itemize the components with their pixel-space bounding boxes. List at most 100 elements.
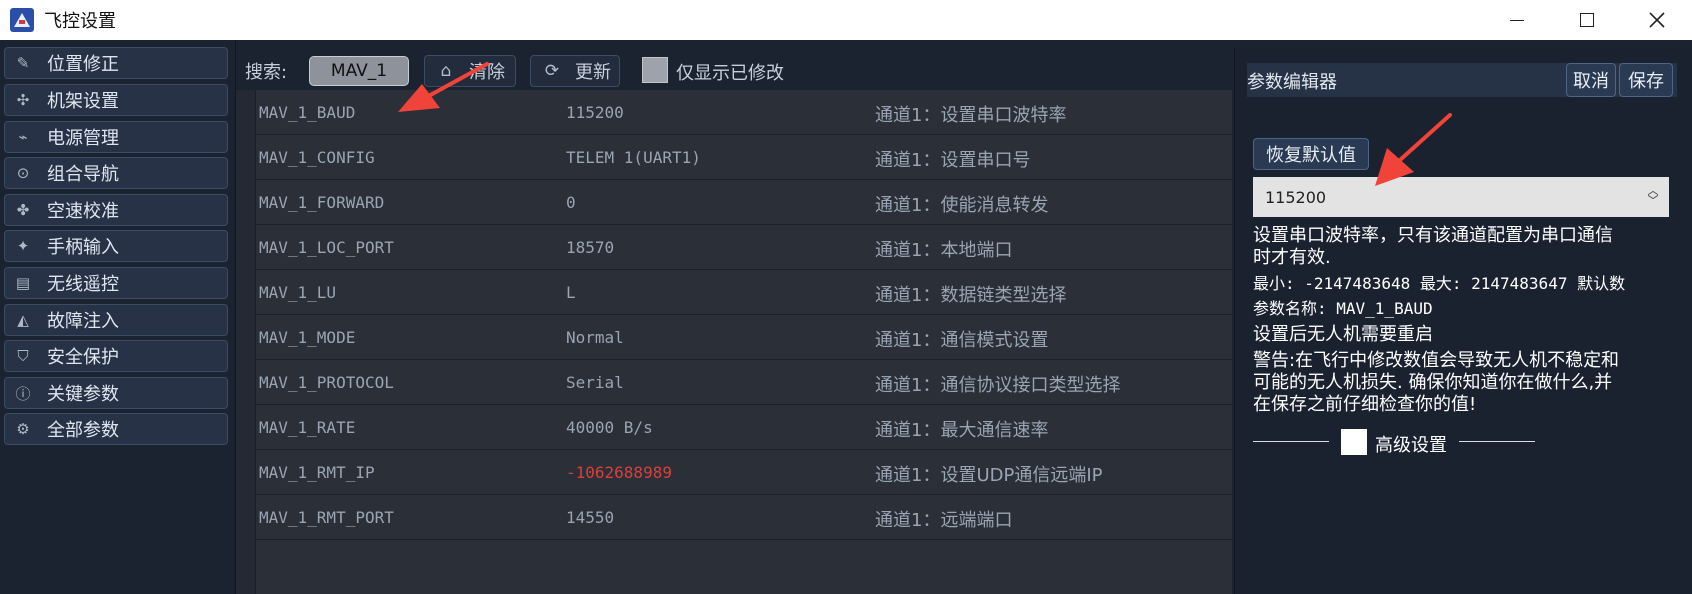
param-desc-cell: 通道1：设置串口号 [875, 150, 1031, 171]
sidebar-item-all-params[interactable]: ⚙ 全部参数 [4, 413, 228, 445]
broom-icon: ⌂ [440, 61, 452, 81]
table-row[interactable]: MAV_1_BAUD 115200 通道1：设置串口波特率 [256, 90, 1232, 135]
sidebar-item-label: 关键参数 [47, 384, 119, 405]
radio-icon: ▤ [15, 274, 31, 292]
sidebar-item-radio[interactable]: ▤ 无线遥控 [4, 267, 228, 299]
compass-icon: ⊙ [16, 164, 30, 182]
sidebar-item-label: 机架设置 [47, 91, 119, 112]
table-row[interactable]: MAV_1_PROTOCOL Serial 通道1：通信协议接口类型选择 [256, 360, 1232, 405]
sidebar-item-power[interactable]: ⌁ 电源管理 [4, 121, 228, 153]
fan-icon: ✤ [16, 201, 30, 219]
clear-button[interactable]: ⌂ 清除 [424, 55, 516, 87]
param-description: 设置串口波特率，只有该通道配置为串口通信 时才有效. [1253, 225, 1613, 268]
param-name-cell: MAV_1_CONFIG [259, 148, 375, 167]
param-name-text: 参数名称: MAV_1_BAUD [1253, 299, 1433, 318]
advanced-divider-right [1459, 441, 1535, 442]
sidebar-item-label: 故障注入 [47, 311, 119, 332]
maximize-icon [1580, 13, 1594, 27]
warning-text: 警告:在飞行中修改数值会导致无人机不稳定和 可能的无人机损失. 确保你知道你在做… [1253, 350, 1620, 415]
restore-default-button[interactable]: 恢复默认值 [1253, 138, 1369, 170]
param-desc-cell: 通道1：通信模式设置 [875, 330, 1049, 351]
value-text: 115200 [1265, 187, 1327, 207]
sidebar-item-frame-setup[interactable]: ✣ 机架设置 [4, 84, 228, 116]
param-name-cell: MAV_1_LU [259, 283, 337, 302]
refresh-label: 更新 [575, 62, 611, 83]
reboot-note: 设置后无人机需要重启 [1253, 324, 1433, 345]
minimize-icon [1510, 19, 1524, 21]
close-icon [1649, 12, 1665, 28]
show-modified-checkbox[interactable] [642, 57, 668, 83]
alert-icon: ⓘ [15, 384, 31, 403]
table-row[interactable]: MAV_1_CONFIG TELEM 1(UART1) 通道1：设置串口号 [256, 135, 1232, 180]
table-row-header-gutter [236, 90, 256, 594]
editor-title: 参数编辑器 [1247, 72, 1337, 93]
param-value-cell: 40000 B/s [566, 418, 653, 437]
param-value-cell: TELEM 1(UART1) [566, 148, 701, 167]
table-row[interactable]: MAV_1_LOC_PORT 18570 通道1：本地端口 [256, 225, 1232, 270]
sidebar-item-airspeed[interactable]: ✤ 空速校准 [4, 194, 228, 226]
sidebar-item-label: 电源管理 [47, 128, 119, 149]
param-desc-cell: 通道1：使能消息转发 [875, 195, 1049, 216]
param-name-cell: MAV_1_RATE [259, 418, 356, 437]
param-value-cell: -1062688989 [566, 463, 672, 482]
search-input[interactable]: MAV_1 [309, 56, 409, 86]
table-row[interactable]: MAV_1_RATE 40000 B/s 通道1：最大通信速率 [256, 405, 1232, 450]
table-row[interactable]: MAV_1_MODE Normal 通道1：通信模式设置 [256, 315, 1232, 360]
table-row[interactable]: MAV_1_RMT_IP -1062688989 通道1：设置UDP通信远端IP [256, 450, 1232, 495]
param-value-cell: L [566, 283, 576, 302]
sidebar-item-navigation[interactable]: ⊙ 组合导航 [4, 157, 228, 189]
sidebar-item-label: 空速校准 [47, 201, 119, 222]
sidebar-item-joystick[interactable]: ✦ 手柄输入 [4, 230, 228, 262]
param-name-cell: MAV_1_BAUD [259, 103, 356, 122]
param-editor-panel: 参数编辑器 取消 保存 恢复默认值 115200 ︿ ﹀ 设置串口波特率，只有该通… [1234, 48, 1692, 594]
param-name-cell: MAV_1_RMT_IP [259, 463, 375, 482]
cancel-button[interactable]: 取消 [1566, 63, 1616, 97]
param-name-cell: MAV_1_LOC_PORT [259, 238, 394, 257]
param-value-cell: 14550 [566, 508, 615, 527]
save-button[interactable]: 保存 [1619, 63, 1673, 97]
sidebar-item-label: 组合导航 [47, 164, 119, 185]
param-name-cell: MAV_1_PROTOCOL [259, 373, 394, 392]
table-row[interactable]: MAV_1_FORWARD 0 通道1：使能消息转发 [256, 180, 1232, 225]
advanced-label: 高级设置 [1375, 435, 1447, 456]
advanced-checkbox[interactable] [1341, 429, 1367, 455]
sidebar-item-fault-injection[interactable]: ◭ 故障注入 [4, 304, 228, 336]
advanced-divider-left [1253, 441, 1329, 442]
refresh-icon: ⟳ [544, 61, 560, 81]
param-toolbar: 搜索: MAV_1 ⌂ 清除 ⟳ 更新 仅显示已修改 [236, 48, 1232, 88]
sidebar-item-safety[interactable]: ⛉ 安全保护 [4, 340, 228, 372]
maximize-button[interactable] [1552, 0, 1622, 40]
param-desc-cell: 通道1：设置串口波特率 [875, 105, 1067, 126]
refresh-button[interactable]: ⟳ 更新 [530, 55, 620, 87]
show-modified-label: 仅显示已修改 [676, 63, 784, 84]
sidebar: ✎ 位置修正 ✣ 机架设置 ⌁ 电源管理 ⊙ 组合导航 ✤ 空速校准 ✦ 手柄输… [0, 40, 236, 594]
minimize-button[interactable] [1482, 0, 1552, 40]
sidebar-item-label: 手柄输入 [47, 237, 119, 258]
param-desc-cell: 通道1：最大通信速率 [875, 420, 1049, 441]
param-value-cell: 18570 [566, 238, 615, 257]
sidebar-item-key-params[interactable]: ⓘ 关键参数 [4, 377, 228, 409]
sidebar-item-label: 位置修正 [47, 54, 119, 75]
clear-label: 清除 [469, 62, 505, 83]
value-spinbox[interactable]: 115200 ︿ ﹀ [1253, 177, 1669, 217]
drone-icon: ✣ [16, 91, 30, 109]
table-row[interactable]: MAV_1_RMT_PORT 14550 通道1：远端端口 [256, 495, 1232, 540]
title-bar: 飞控设置 [0, 0, 1692, 40]
window-title: 飞控设置 [44, 11, 116, 32]
gamepad-icon: ✦ [16, 237, 30, 255]
table-row[interactable]: MAV_1_LU L 通道1：数据链类型选择 [256, 270, 1232, 315]
sidebar-item-position-correction[interactable]: ✎ 位置修正 [4, 47, 228, 79]
sidebar-item-label: 全部参数 [47, 420, 119, 441]
battery-icon: ⌁ [18, 128, 28, 146]
param-value-cell: Normal [566, 328, 624, 347]
param-value-cell: 0 [566, 193, 576, 212]
sidebar-item-label: 无线遥控 [47, 274, 119, 295]
param-value-cell: Serial [566, 373, 624, 392]
param-name-cell: MAV_1_FORWARD [259, 193, 385, 212]
gears-icon: ⚙ [16, 420, 30, 438]
param-desc-cell: 通道1：通信协议接口类型选择 [875, 375, 1121, 396]
spin-arrows-icon[interactable]: ︿ ﹀ [1647, 185, 1659, 208]
param-name-cell: MAV_1_MODE [259, 328, 356, 347]
close-button[interactable] [1622, 0, 1692, 40]
param-desc-cell: 通道1：设置UDP通信远端IP [875, 465, 1103, 486]
